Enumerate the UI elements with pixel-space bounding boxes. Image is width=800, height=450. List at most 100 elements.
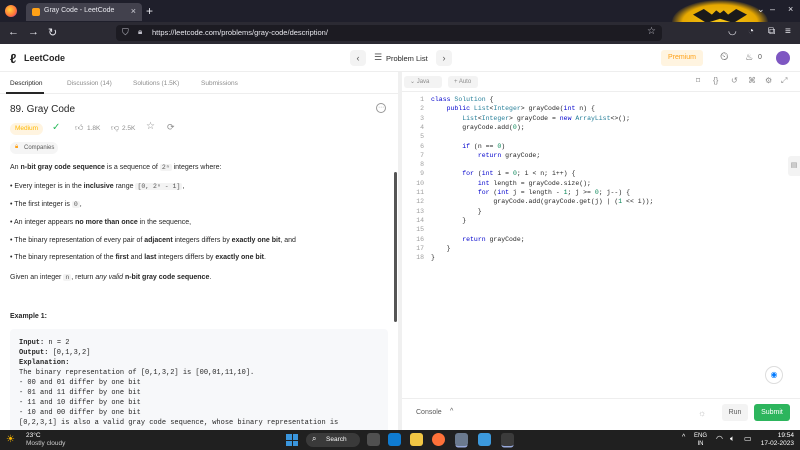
weather-condition[interactable]: Mostly cloudy (26, 440, 65, 447)
temperature[interactable]: 23°C (26, 432, 41, 439)
tab-submissions[interactable]: Submissions (201, 80, 238, 87)
debug-icon[interactable]: ☼ (698, 408, 706, 418)
tab-solutions[interactable]: Solutions (1.5K) (133, 80, 179, 87)
run-button[interactable]: Run (722, 404, 748, 421)
settings-gear-icon[interactable]: ⚙ (765, 76, 772, 85)
code-line[interactable]: } (431, 245, 451, 252)
browser-tab[interactable]: Gray Code - LeetCode × (26, 3, 142, 21)
next-problem-icon[interactable]: › (436, 50, 452, 66)
code-line[interactable]: for (int i = 0; i < n; i++) { (431, 170, 575, 177)
close-window-icon[interactable]: × (788, 4, 793, 14)
vscode-icon[interactable] (478, 433, 491, 446)
companies-button[interactable]: 🔒︎ Companies (10, 142, 58, 154)
settings-app-icon[interactable] (455, 433, 468, 446)
text: . (263, 254, 266, 261)
line-number: 2 (420, 105, 424, 113)
wifi-icon[interactable]: ◠ (716, 434, 723, 443)
bold-text: first (115, 254, 129, 261)
volume-icon[interactable]: 🔈︎ (730, 434, 735, 444)
code-line[interactable]: grayCode.add(grayCode.get(j) | (1 << i))… (431, 198, 653, 205)
braces-icon[interactable]: {} (713, 76, 718, 85)
code-line[interactable]: return grayCode; (431, 236, 524, 243)
code-line[interactable]: if (n == 0) (431, 143, 505, 150)
language-label: Java (416, 79, 430, 85)
account-icon[interactable]: ◔ (748, 26, 754, 37)
timer-icon[interactable]: ⏲ (720, 51, 729, 64)
description-panel: Description Discussion (14) Solutions (1… (0, 72, 398, 430)
reset-icon[interactable]: ↺ (731, 76, 738, 85)
code-line[interactable]: for (int j = length - 1; j >= 0; j--) { (431, 189, 630, 196)
share-icon[interactable]: ⟳ (167, 122, 175, 133)
address-bar[interactable]: ⛉ 🔒︎ https://leetcode.com/problems/gray-… (116, 25, 662, 41)
chevron-down-icon[interactable]: ⌄ (757, 4, 765, 15)
close-tab-icon[interactable]: × (131, 6, 136, 16)
back-icon[interactable]: ← (8, 26, 19, 38)
edge-icon[interactable] (388, 433, 401, 446)
taskbar-search[interactable]: ⌕ Search (306, 433, 360, 447)
code-line[interactable]: } (431, 208, 482, 215)
bookmark-icon[interactable]: ⌑ (696, 76, 700, 85)
favorite-star-icon[interactable]: ☆ (146, 121, 155, 132)
chevron-up-icon[interactable]: ^ (682, 434, 685, 441)
problem-list-link[interactable]: Problem List (386, 54, 428, 63)
leetcode-logo-icon[interactable]: ℓ (10, 51, 16, 66)
forward-icon[interactable]: → (28, 26, 39, 38)
windows-start-icon[interactable] (286, 434, 298, 446)
thumbs-up-icon[interactable]: 👍︎ (75, 123, 83, 133)
file-explorer-icon[interactable] (410, 433, 423, 446)
code-line[interactable]: grayCode.add(0); (431, 124, 524, 131)
code-line[interactable]: class Solution { (431, 96, 493, 103)
list-icon[interactable]: ☰ (374, 52, 382, 63)
weather-icon[interactable]: ☀ (6, 434, 15, 445)
url-text[interactable]: https://leetcode.com/problems/gray-code/… (152, 28, 328, 37)
tab-discussion[interactable]: Discussion (14) (67, 80, 112, 87)
chat-icon[interactable]: ◉ (765, 366, 783, 384)
terminal-icon[interactable] (501, 433, 514, 446)
submit-button[interactable]: Submit (754, 404, 790, 421)
notes-icon[interactable]: ▤ (788, 156, 800, 176)
scrollbar[interactable] (394, 172, 397, 322)
firefox-icon[interactable] (432, 433, 445, 446)
code-editor[interactable]: 1 2 3 4 5 6 7 8 9 10 11 12 13 14 15 16 17 18 class Soluti… (402, 96, 800, 396)
inline-code: 2ⁿ (159, 164, 172, 171)
pocket-icon[interactable]: ◡ (728, 26, 737, 37)
chevron-up-icon[interactable]: ^ (450, 408, 453, 415)
streak-icon[interactable]: ♨ (745, 52, 753, 63)
problem-title: 89. Gray Code (10, 104, 76, 115)
thumbs-down-icon[interactable]: 👎︎ (111, 123, 119, 133)
auto-mode-select[interactable]: + Auto (448, 76, 478, 88)
console-button[interactable]: Console (416, 409, 442, 416)
firefox-logo-icon[interactable] (5, 5, 17, 17)
extensions-icon[interactable]: ⧉ (768, 26, 775, 37)
tab-description[interactable]: Description (10, 80, 43, 87)
code-line[interactable]: List<Integer> grayCode = new ArrayList<>… (431, 115, 630, 122)
bookmark-star-icon[interactable]: ☆ (647, 26, 656, 37)
code-line[interactable]: } (431, 254, 435, 261)
leetcode-logo-text[interactable]: LeetCode (24, 53, 65, 63)
more-options-icon[interactable]: ⋯ (376, 103, 386, 113)
text: integers differs by (156, 254, 216, 261)
shield-icon[interactable]: ⛉ (122, 27, 129, 38)
language-select[interactable]: ⌄ Java (404, 76, 442, 88)
shortcuts-icon[interactable]: ⌘ (748, 76, 756, 85)
avatar[interactable] (776, 51, 790, 65)
code-line[interactable]: } (431, 217, 466, 224)
clock[interactable]: 19:54 17-02-2023 (760, 432, 794, 448)
code-line[interactable]: public List<Integer> grayCode(int n) { (431, 105, 595, 112)
minimize-icon[interactable]: – (770, 4, 775, 14)
lock-icon[interactable]: 🔒︎ (138, 27, 142, 37)
menu-icon[interactable]: ≡ (785, 26, 791, 37)
fullscreen-icon[interactable]: ⤢ (781, 76, 787, 86)
task-view-icon[interactable] (367, 433, 380, 446)
input-language[interactable]: ENG IN (694, 432, 707, 448)
prev-problem-icon[interactable]: ‹ (350, 50, 366, 66)
text: in the sequence, (137, 219, 192, 226)
battery-icon[interactable]: ▭ (744, 434, 752, 443)
reload-icon[interactable]: ↻ (48, 26, 57, 39)
code-line[interactable]: return grayCode; (431, 152, 540, 159)
premium-button[interactable]: Premium (661, 50, 703, 66)
dislikes-count: 2.5K (122, 125, 136, 132)
leetcode-favicon-icon (32, 8, 40, 16)
code-line[interactable]: int length = grayCode.size(); (431, 180, 591, 187)
new-tab-icon[interactable]: + (146, 4, 153, 18)
